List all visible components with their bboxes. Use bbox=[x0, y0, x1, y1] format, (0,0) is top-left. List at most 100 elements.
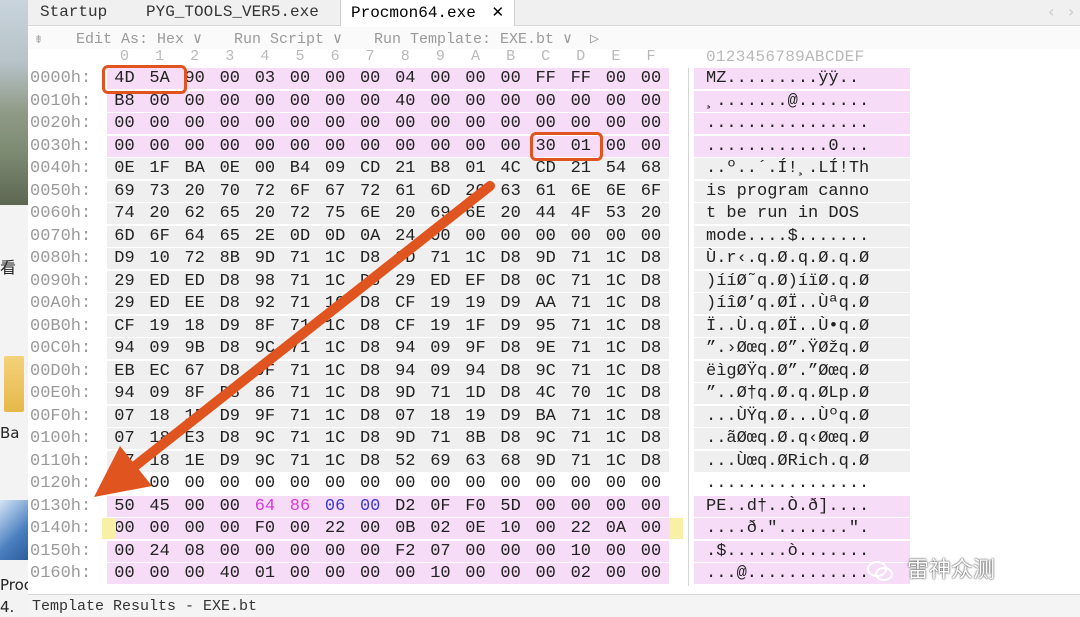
hex-byte-cell[interactable]: ED bbox=[142, 272, 177, 291]
hex-byte-cell[interactable]: 00 bbox=[318, 542, 353, 561]
hex-byte-cell[interactable]: 00 bbox=[528, 497, 563, 516]
hex-byte-cell[interactable]: 1C bbox=[598, 407, 633, 426]
ascii-text[interactable]: is program canno bbox=[706, 182, 869, 201]
hex-byte-cell[interactable]: 69 bbox=[423, 452, 458, 471]
hex-byte-cell[interactable]: 00 bbox=[353, 114, 388, 133]
hex-byte-cell[interactable]: BA bbox=[177, 159, 212, 178]
hex-byte-cell[interactable]: 86 bbox=[283, 497, 318, 516]
hex-byte-cell[interactable]: 00 bbox=[423, 137, 458, 156]
hex-byte-cell[interactable]: 00 bbox=[283, 542, 318, 561]
hex-byte-cell[interactable]: 65 bbox=[212, 204, 247, 223]
hex-byte-cell[interactable]: 18 bbox=[423, 407, 458, 426]
hex-byte-cell[interactable]: 22 bbox=[318, 519, 353, 538]
hex-byte-cell[interactable]: 00 bbox=[528, 564, 563, 583]
hex-byte-cell[interactable]: 00 bbox=[598, 564, 633, 583]
hex-byte-cell[interactable]: B8 bbox=[423, 159, 458, 178]
hex-byte-cell[interactable]: 1C bbox=[318, 272, 353, 291]
hex-byte-cell[interactable]: BA bbox=[528, 407, 563, 426]
hex-byte-cell[interactable]: 00 bbox=[318, 114, 353, 133]
hex-byte-cell[interactable]: D2 bbox=[388, 497, 423, 516]
hex-byte-cell[interactable]: 6E bbox=[458, 204, 493, 223]
hex-byte-cell[interactable]: 40 bbox=[388, 92, 423, 111]
hex-byte-cell[interactable]: 00 bbox=[283, 564, 318, 583]
hex-byte-cell[interactable]: 20 bbox=[247, 204, 282, 223]
hex-byte-cell[interactable]: 20 bbox=[388, 204, 423, 223]
hex-byte-cell[interactable]: 00 bbox=[177, 497, 212, 516]
hex-byte-cell[interactable]: 09 bbox=[423, 362, 458, 381]
hex-byte-cell[interactable]: 1D bbox=[458, 384, 493, 403]
hex-byte-cell[interactable]: 71 bbox=[283, 339, 318, 358]
hex-byte-cell[interactable]: 1C bbox=[318, 249, 353, 268]
hex-byte-cell[interactable]: 00 bbox=[212, 137, 247, 156]
hex-byte-cell[interactable]: 1C bbox=[318, 407, 353, 426]
hex-byte-cell[interactable]: 00 bbox=[388, 114, 423, 133]
hex-byte-cell[interactable]: 71 bbox=[563, 407, 598, 426]
hex-byte-cell[interactable]: 00 bbox=[283, 92, 318, 111]
hex-byte-cell[interactable]: 10 bbox=[563, 542, 598, 561]
hex-byte-cell[interactable]: D8 bbox=[353, 272, 388, 291]
hex-byte-cell[interactable]: 00 bbox=[528, 542, 563, 561]
hex-byte-cell[interactable]: 71 bbox=[563, 294, 598, 313]
hex-byte-cell[interactable]: ED bbox=[177, 272, 212, 291]
hex-byte-cell[interactable]: 00 bbox=[212, 519, 247, 538]
hex-byte-cell[interactable]: EE bbox=[177, 294, 212, 313]
hex-byte-cell[interactable]: 4F bbox=[563, 204, 598, 223]
hex-byte-cell[interactable]: D8 bbox=[634, 317, 669, 336]
hex-byte-cell[interactable]: 53 bbox=[598, 204, 633, 223]
run-template-dropdown[interactable]: Run Template: EXE.bt ∨ bbox=[374, 29, 572, 48]
hex-byte-cell[interactable]: 00 bbox=[107, 564, 142, 583]
hex-byte-cell[interactable]: 9D bbox=[388, 429, 423, 448]
edit-as-dropdown[interactable]: Edit As: Hex ∨ bbox=[76, 29, 202, 48]
hex-byte-cell[interactable]: 94 bbox=[107, 384, 142, 403]
hex-byte-cell[interactable]: 70 bbox=[563, 384, 598, 403]
hex-byte-cell[interactable]: 00 bbox=[634, 519, 669, 538]
hex-byte-cell[interactable]: 9C bbox=[247, 452, 282, 471]
hex-byte-cell[interactable]: D8 bbox=[212, 384, 247, 403]
app-shortcut-icon[interactable] bbox=[0, 500, 28, 560]
hex-byte-cell[interactable]: 94 bbox=[107, 339, 142, 358]
hex-row[interactable]: 0040h: 0E 1F BA 0E 00 B4 09 CD 21 B8 01 4C CD 21 54 68..… bbox=[28, 158, 1080, 181]
hex-byte-cell[interactable]: ED bbox=[142, 294, 177, 313]
hex-byte-cell[interactable]: D8 bbox=[353, 362, 388, 381]
hex-byte-cell[interactable]: 00 bbox=[283, 137, 318, 156]
hex-row[interactable]: 0080h: D9 10 72 8B 9D 71 1C D8 9D 71 1C D8 9D 71 1C D8 Ù.… bbox=[28, 248, 1080, 271]
hex-byte-cell[interactable]: 69 bbox=[423, 204, 458, 223]
hex-row[interactable]: 00F0h: 07 18 1F D9 9F 71 1C D8 07 18 19 D9 BA 71 1C D8..… bbox=[28, 405, 1080, 429]
hex-byte-cell[interactable]: 62 bbox=[177, 204, 212, 223]
hex-byte-cell[interactable]: 4C bbox=[528, 384, 563, 403]
run-script-dropdown[interactable]: Run Script ∨ bbox=[234, 29, 342, 48]
hex-byte-cell[interactable]: 70 bbox=[212, 182, 247, 201]
hex-byte-cell[interactable]: 1E bbox=[177, 452, 212, 471]
ascii-text[interactable]: ............0... bbox=[706, 137, 869, 156]
hex-byte-cell[interactable]: CD bbox=[353, 159, 388, 178]
hex-byte-cell[interactable]: 9D bbox=[528, 249, 563, 268]
hex-byte-cell[interactable]: 07 bbox=[107, 429, 142, 448]
ascii-text[interactable]: ....ð.".......". bbox=[706, 519, 869, 538]
hex-byte-cell[interactable]: 8F bbox=[177, 384, 212, 403]
toolbar-options-icon[interactable]: ⇟ bbox=[34, 29, 43, 48]
hex-byte-cell[interactable]: 00 bbox=[598, 137, 633, 156]
hex-byte-cell[interactable]: 0D bbox=[283, 227, 318, 246]
hex-byte-cell[interactable]: 19 bbox=[142, 317, 177, 336]
hex-row[interactable]: 0110h: 07 18 1E D9 9C 71 1C D8 52 69 63 68 9D 71 1C D8..… bbox=[28, 450, 1080, 474]
hex-byte-cell[interactable]: 00 bbox=[142, 519, 177, 538]
hex-byte-cell[interactable]: 00 bbox=[563, 474, 598, 493]
hex-byte-cell[interactable]: 71 bbox=[563, 362, 598, 381]
ascii-text[interactable]: Ù.r‹.q.Ø.q.Ø.q.Ø bbox=[706, 249, 869, 268]
hex-byte-cell[interactable]: 00 bbox=[563, 114, 598, 133]
hex-byte-cell[interactable]: 00 bbox=[423, 474, 458, 493]
hex-byte-cell[interactable]: 10 bbox=[493, 519, 528, 538]
hex-byte-cell[interactable]: 75 bbox=[318, 204, 353, 223]
run-play-icon[interactable]: ▷ bbox=[590, 29, 599, 48]
hex-byte-cell[interactable]: 07 bbox=[388, 407, 423, 426]
hex-byte-cell[interactable]: 1C bbox=[598, 362, 633, 381]
hex-byte-cell[interactable]: 6E bbox=[353, 204, 388, 223]
hex-byte-cell[interactable]: 9C bbox=[528, 362, 563, 381]
ascii-text[interactable]: ...Ùœq.ØRich.q.Ø bbox=[706, 452, 869, 471]
hex-row[interactable]: 0140h: 00 00 00 00 F0 00 22 00 0B 02 0E 10 00 22 0A 00..… bbox=[28, 518, 1080, 541]
hex-byte-cell[interactable]: 02 bbox=[563, 564, 598, 583]
hex-byte-cell[interactable]: 04 bbox=[388, 69, 423, 88]
hex-byte-cell[interactable]: 00 bbox=[493, 69, 528, 88]
hex-byte-cell[interactable]: 00 bbox=[458, 542, 493, 561]
hex-byte-cell[interactable]: 00 bbox=[598, 114, 633, 133]
